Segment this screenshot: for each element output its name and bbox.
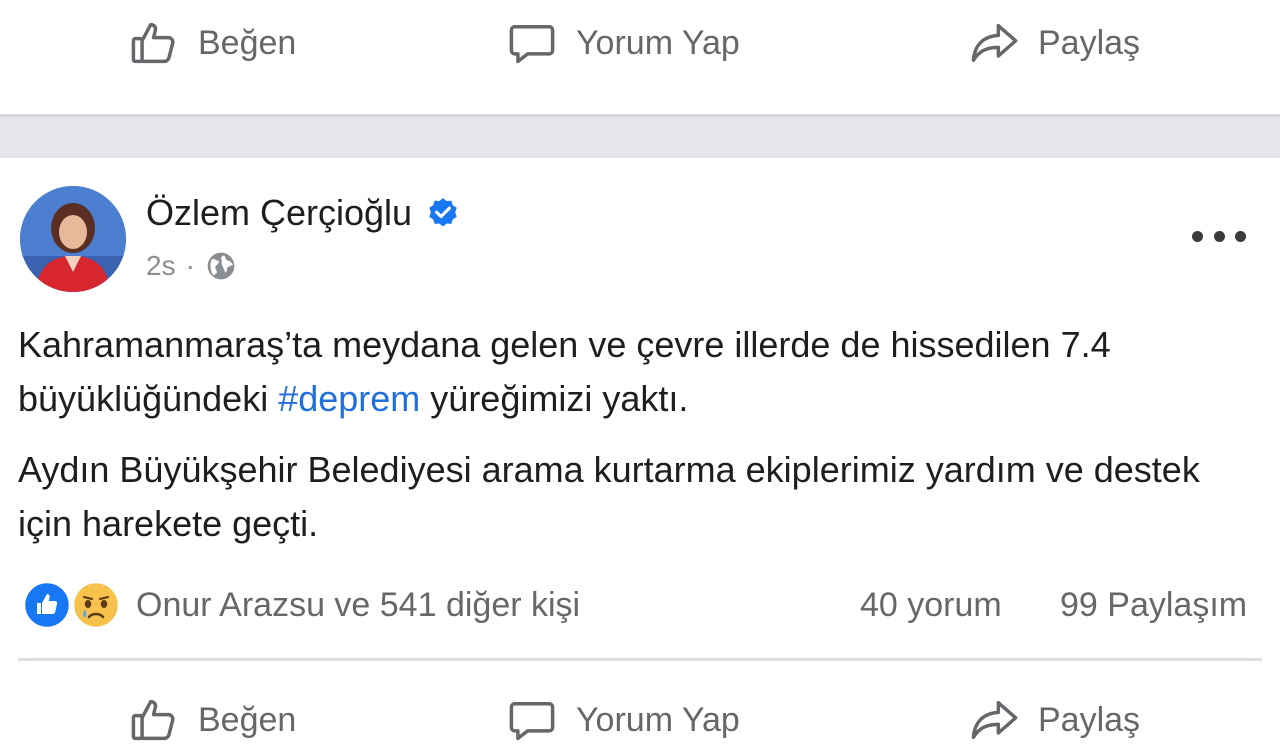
share-label: Paylaş [1038,23,1141,62]
like-button[interactable]: Beğen [128,17,296,69]
reactions-divider [18,658,1262,661]
like-button[interactable]: Beğen [128,694,296,746]
shares-count[interactable]: 99 Paylaşım [1060,586,1247,625]
reactions-row: Onur Arazsu ve 541 diğer kişi 40 yorum 9… [22,580,1262,632]
author-name[interactable]: Özlem Çerçioğlu [146,192,412,234]
like-label: Beğen [198,700,297,739]
more-dot [1213,230,1225,242]
comment-button[interactable]: Yorum Yap [506,17,740,69]
comments-count[interactable]: 40 yorum [860,586,1002,625]
author-avatar[interactable] [20,186,126,292]
more-dot [1235,230,1246,242]
share-label: Paylaş [1038,700,1141,739]
globe-icon [207,252,235,280]
thumbs-up-icon [131,699,175,741]
post-author: Özlem Çerçioğlu [146,192,460,234]
more-options-icon[interactable] [1192,216,1246,256]
share-arrow-icon [971,700,1018,740]
share-button[interactable]: Paylaş [968,694,1140,746]
share-button[interactable]: Paylaş [968,17,1140,69]
post-time[interactable]: 2s [146,250,176,282]
like-reaction-icon [22,580,72,630]
sad-reaction-icon [71,580,121,630]
comment-bubble-icon [509,25,555,64]
top-action-bar: Beğen Yorum Yap Paylaş [0,0,1280,86]
hashtag-link[interactable]: #deprem [278,378,420,419]
comment-label: Yorum Yap [576,23,740,62]
post-paragraph-2: Aydın Büyükşehir Belediyesi arama kurtar… [18,449,1200,544]
post-action-bar: Beğen Yorum Yap Paylaş [0,684,1280,756]
like-label: Beğen [198,23,297,62]
comment-label: Yorum Yap [576,700,740,739]
meta-separator: · [185,250,195,281]
reaction-icons[interactable] [22,580,126,630]
reactions-summary[interactable]: Onur Arazsu ve 541 diğer kişi [136,586,580,625]
share-arrow-icon [971,23,1018,63]
more-dot [1192,230,1203,242]
verified-badge-icon [429,198,457,227]
comment-bubble-icon [509,702,555,741]
comment-button[interactable]: Yorum Yap [506,694,740,746]
post-paragraph-1: Kahramanmaraş’ta meydana gelen ve çevre … [18,318,1258,426]
post-meta: 2s · [146,250,237,282]
feed-separator [0,114,1280,158]
avatar-image [20,186,126,292]
thumbs-up-icon [131,22,175,64]
post-text-part: yüreğimizi yaktı. [420,378,689,419]
